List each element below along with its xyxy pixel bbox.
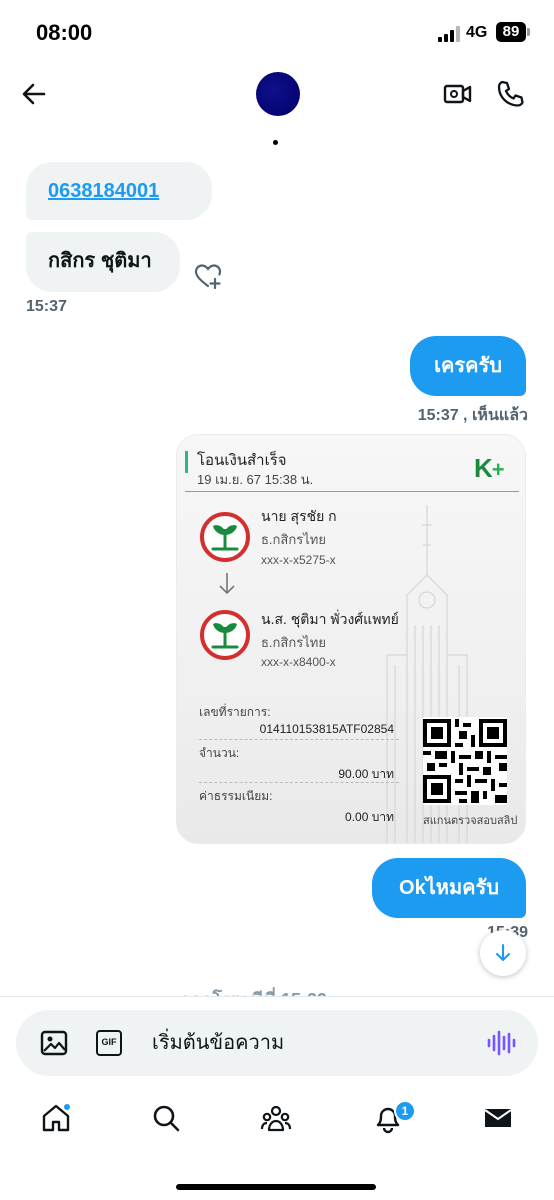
fee-label: ค่าธรรมเนียม: <box>199 789 273 803</box>
arrow-down-icon <box>496 944 510 961</box>
header-dot <box>273 140 278 145</box>
message-timestamp: 15:37 <box>26 298 67 315</box>
home-indicator[interactable] <box>176 1184 376 1190</box>
network-label: 4G <box>466 24 488 41</box>
sender-account: xxx-x-x5275-x <box>261 553 336 567</box>
avatar[interactable] <box>256 72 300 116</box>
notification-count-badge: 1 <box>394 1100 416 1122</box>
message-bubble-incoming[interactable]: กสิกร ชุติมา <box>26 232 180 292</box>
phone-link[interactable]: 0638184001 <box>48 180 159 202</box>
conversation-header <box>0 60 554 150</box>
message-input[interactable] <box>152 1028 452 1058</box>
kbank-logo-icon <box>200 512 250 562</box>
kbank-logo-icon <box>200 610 250 660</box>
slip-accent-bar <box>185 451 188 473</box>
battery-icon: 89 <box>496 22 526 42</box>
slip-date: 19 เม.ย. 67 15:38 น. <box>197 472 314 487</box>
amount-label: จำนวน: <box>199 746 240 760</box>
receiver-bank: ธ.กสิกรไทย <box>261 635 326 650</box>
scroll-to-bottom-button[interactable] <box>480 930 526 976</box>
kplus-plus: + <box>491 457 505 482</box>
home-new-dot <box>62 1102 72 1112</box>
communities-icon[interactable] <box>260 1102 292 1134</box>
sender-bank: ธ.กสิกรไทย <box>261 532 326 547</box>
message-bubble-outgoing[interactable]: Okไหมครับ <box>372 858 526 918</box>
composer-divider <box>0 996 554 997</box>
message-timestamp-seen: 15:37 , เห็นแล้ว <box>417 407 528 424</box>
fee-value: 0.00 บาท <box>345 810 394 824</box>
transfer-arrow-icon <box>219 573 235 595</box>
voice-message-icon[interactable] <box>486 1028 516 1058</box>
faded-system-text: ออกโฆษณีที่ 15:39 <box>180 986 380 996</box>
image-icon[interactable] <box>40 1029 68 1057</box>
slip-dashed-divider <box>199 739 399 740</box>
slip-dashed-divider <box>199 782 399 783</box>
transfer-slip-image[interactable]: โอนเงินสำเร็จ 19 เม.ย. 67 15:38 น. K+ นา… <box>176 434 526 844</box>
receiver-name: น.ส. ชุติมา พั่วงศ์แพทย์ <box>261 611 399 627</box>
qr-code-icon[interactable] <box>423 717 507 805</box>
message-composer: GIF <box>16 1010 538 1076</box>
sender-name: นาย สุรชัย ก <box>261 508 337 524</box>
add-reaction-heart-icon[interactable] <box>192 260 224 292</box>
status-bar: 08:00 4G 89 <box>0 0 554 60</box>
bottom-tab-bar <box>0 1096 554 1156</box>
message-bubble-incoming[interactable]: 0638184001 <box>26 162 212 220</box>
signal-icon <box>438 26 464 42</box>
messages-envelope-icon[interactable] <box>482 1102 514 1134</box>
kplus-k: K <box>474 453 493 483</box>
reference-label: เลขที่รายการ: <box>199 705 271 719</box>
kplus-logo: K+ <box>474 453 505 484</box>
qr-caption: สแกนตรวจสอบสลิป <box>423 815 518 827</box>
video-call-icon[interactable] <box>442 78 474 110</box>
receiver-account: xxx-x-x8400-x <box>261 655 336 669</box>
back-arrow-icon[interactable] <box>18 78 50 110</box>
search-icon[interactable] <box>150 1102 182 1134</box>
phone-call-icon[interactable] <box>494 78 526 110</box>
message-bubble-outgoing[interactable]: เครครับ <box>410 336 526 396</box>
reference-value: 014110153815ATF02854 <box>259 722 394 736</box>
slip-divider <box>185 491 519 492</box>
battery-tip <box>527 28 530 36</box>
status-time: 08:00 <box>36 20 93 45</box>
gif-icon[interactable]: GIF <box>96 1030 122 1056</box>
